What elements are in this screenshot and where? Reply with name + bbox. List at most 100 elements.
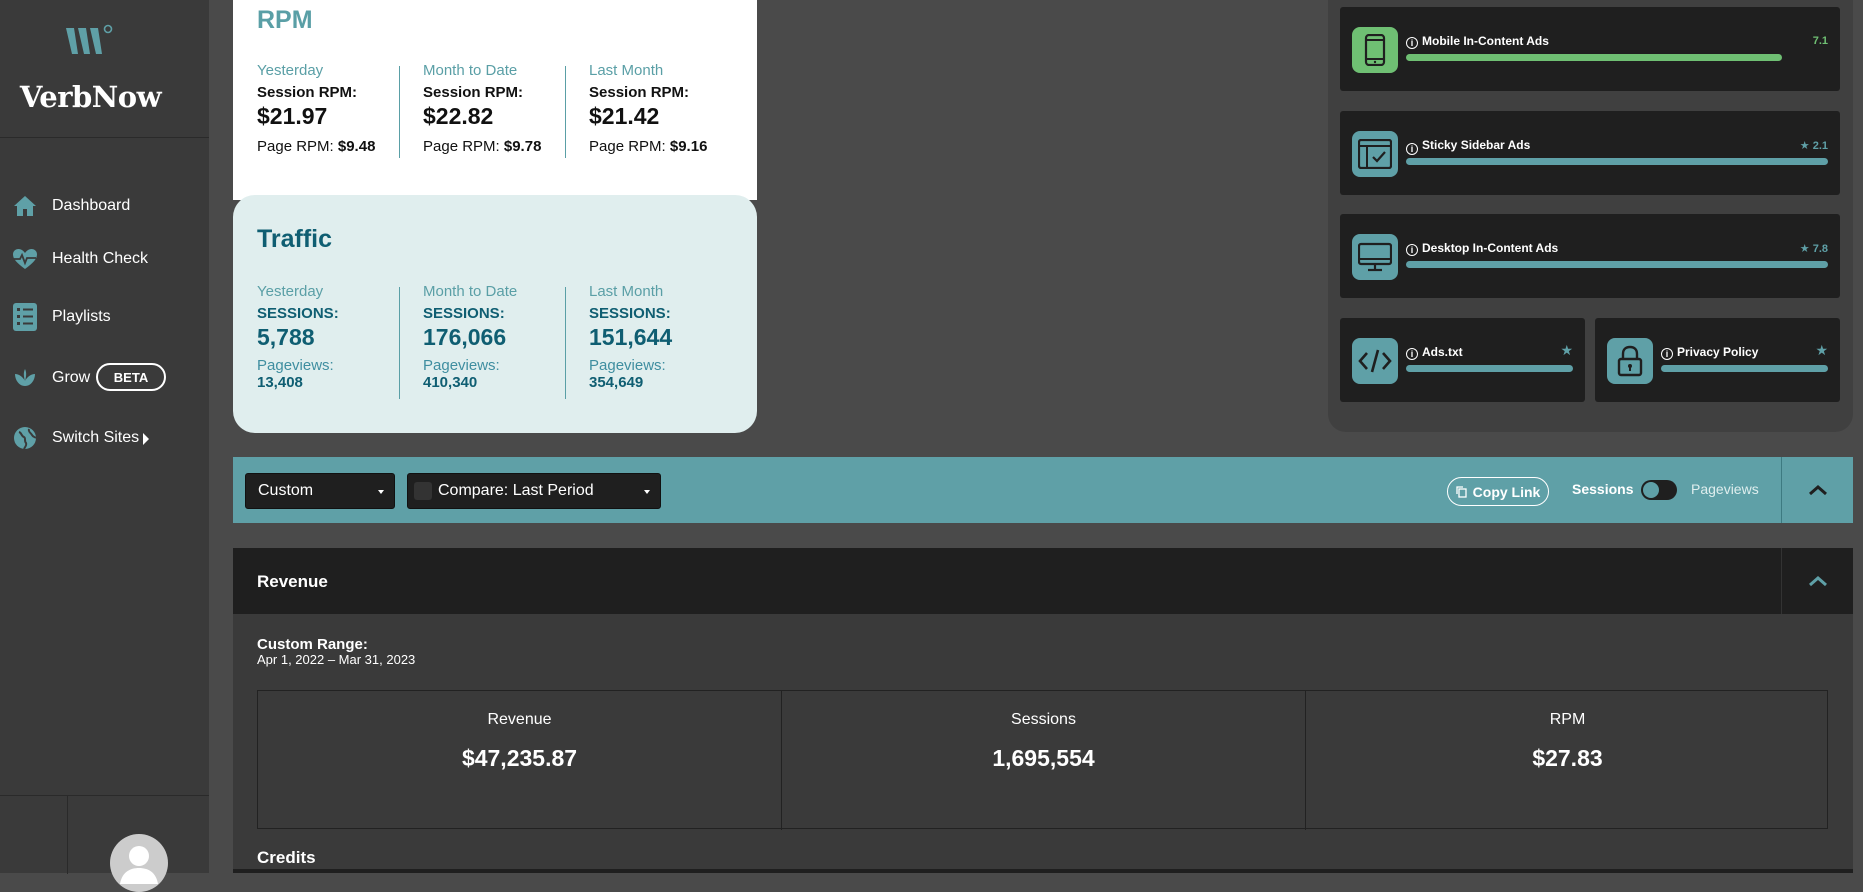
session-rpm-label: Session RPM: bbox=[257, 84, 358, 101]
sidebar-item-health-check[interactable]: Health Check bbox=[0, 239, 209, 279]
collapse-revenue-button[interactable] bbox=[1781, 548, 1853, 614]
toggle-label-sessions: Sessions bbox=[1572, 481, 1634, 497]
stat-label: Sessions bbox=[1011, 711, 1076, 728]
period-label: Last Month bbox=[589, 283, 664, 300]
code-icon bbox=[1352, 338, 1398, 384]
page-rpm-value: $9.48 bbox=[337, 138, 376, 155]
ad-item-progress bbox=[1406, 158, 1828, 165]
sidebar-item-switch-sites[interactable]: Switch Sites bbox=[0, 418, 209, 458]
caret-down-icon bbox=[378, 490, 384, 494]
caret-down-icon bbox=[644, 490, 650, 494]
sidebar-item-grow[interactable]: Grow BETA bbox=[0, 358, 209, 398]
ad-item-mobile-in-content[interactable]: i Mobile In-Content Ads 7.1 bbox=[1340, 7, 1840, 91]
traffic-column-last-month: Last Month SESSIONS: 151,644 Pageviews: … bbox=[589, 283, 749, 391]
stat-value: $47,235.87 bbox=[461, 745, 578, 771]
ad-item-name: Privacy Policy bbox=[1677, 345, 1759, 359]
rpm-title: RPM bbox=[257, 6, 313, 34]
caret-right-icon bbox=[143, 433, 149, 445]
custom-range-label: Custom Range: bbox=[257, 636, 368, 653]
period-label: Month to Date bbox=[423, 283, 518, 300]
ad-item-desktop-in-content[interactable]: i Desktop In-Content Ads ★ 7.8 bbox=[1340, 214, 1840, 298]
sidebar-item-playlists[interactable]: Playlists bbox=[0, 297, 209, 337]
sidebar-footer bbox=[0, 795, 209, 892]
rpm-column-yesterday: Yesterday Session RPM: $21.97 Page RPM: … bbox=[257, 62, 417, 155]
home-icon bbox=[12, 193, 38, 219]
verbnow-logo-icon bbox=[66, 24, 113, 54]
score-value: 7.8 bbox=[1812, 243, 1828, 255]
leaf-icon bbox=[12, 365, 38, 391]
ad-item-score: ★ 7.8 bbox=[1800, 242, 1828, 255]
compare-value: Compare: Last Period bbox=[438, 482, 594, 499]
period-label: Yesterday bbox=[257, 62, 324, 79]
session-rpm-label: Session RPM: bbox=[589, 84, 690, 101]
globe-icon bbox=[12, 425, 38, 451]
sidebar-item-dashboard[interactable]: Dashboard bbox=[0, 186, 209, 226]
session-rpm-label: Session RPM: bbox=[423, 84, 524, 101]
ad-health-panel: i Mobile In-Content Ads 7.1 i Sticky Sid… bbox=[1328, 0, 1853, 432]
info-icon[interactable]: i bbox=[1406, 244, 1418, 256]
sessions-value: 151,644 bbox=[589, 324, 673, 350]
period-label: Yesterday bbox=[257, 283, 324, 300]
mobile-icon bbox=[1352, 27, 1398, 73]
info-icon[interactable]: i bbox=[1406, 143, 1418, 155]
sessions-label: SESSIONS: bbox=[257, 305, 339, 322]
session-rpm-value: $21.97 bbox=[257, 103, 328, 129]
rpm-card: RPM Yesterday Session RPM: $21.97 Page R… bbox=[233, 0, 757, 200]
compare-checkbox[interactable] bbox=[414, 482, 432, 500]
info-icon[interactable]: i bbox=[1406, 37, 1418, 49]
ad-item-score: ★ 2.1 bbox=[1800, 139, 1828, 152]
score-value: 2.1 bbox=[1812, 140, 1828, 152]
credits-title: Credits bbox=[257, 848, 316, 867]
sidebar-item-label: Grow bbox=[52, 369, 91, 386]
sidebar-item-label: Health Check bbox=[52, 250, 149, 267]
page-rpm-value: $9.78 bbox=[503, 138, 542, 155]
copy-link-button[interactable]: Copy Link bbox=[1447, 477, 1549, 506]
session-rpm-value: $21.42 bbox=[589, 103, 660, 129]
star-icon: ★ bbox=[1799, 140, 1810, 152]
star-icon: ★ bbox=[1815, 342, 1828, 358]
page-rpm-label: Page RPM: bbox=[257, 138, 334, 155]
pageviews-label: Pageviews: bbox=[423, 357, 500, 374]
date-range-value: Custom bbox=[258, 482, 314, 499]
toggle-knob bbox=[1643, 482, 1659, 498]
pageviews-label: Pageviews: bbox=[589, 357, 666, 374]
ad-item-name: Desktop In-Content Ads bbox=[1422, 241, 1559, 255]
info-icon[interactable]: i bbox=[1661, 348, 1673, 360]
ad-item-ads-txt[interactable]: i Ads.txt ★ bbox=[1340, 318, 1585, 402]
collapse-toolbar-button[interactable] bbox=[1781, 457, 1853, 523]
info-icon[interactable]: i bbox=[1406, 348, 1418, 360]
ad-item-name: Sticky Sidebar Ads bbox=[1422, 138, 1531, 152]
date-range-select[interactable]: Custom bbox=[245, 473, 395, 509]
sessions-value: 176,066 bbox=[423, 324, 507, 350]
compare-select[interactable]: Compare: Last Period bbox=[407, 473, 661, 509]
page-rpm: Page RPM: $9.16 bbox=[589, 138, 749, 155]
page-rpm-label: Page RPM: bbox=[589, 138, 666, 155]
sessions-label: SESSIONS: bbox=[423, 305, 505, 322]
browser-check-icon bbox=[1352, 131, 1398, 177]
divider bbox=[67, 796, 68, 874]
page-rpm: Page RPM: $9.48 bbox=[257, 138, 417, 155]
star-icon: ★ bbox=[1799, 243, 1810, 255]
pageviews-value: 354,649 bbox=[589, 374, 644, 391]
chevron-up-icon bbox=[1808, 576, 1827, 587]
copy-link-label: Copy Link bbox=[1472, 483, 1541, 500]
sessions-pageviews-toggle[interactable] bbox=[1641, 480, 1677, 500]
stat-label: RPM bbox=[1549, 711, 1586, 728]
rpm-column-month-to-date: Month to Date Session RPM: $22.82 Page R… bbox=[423, 62, 583, 155]
lock-icon bbox=[1607, 338, 1653, 384]
period-label: Month to Date bbox=[423, 62, 518, 79]
ad-item-sticky-sidebar[interactable]: i Sticky Sidebar Ads ★ 2.1 bbox=[1340, 111, 1840, 195]
pageviews-label: Pageviews: bbox=[257, 357, 334, 374]
sidebar-item-label: Dashboard bbox=[52, 197, 131, 214]
page-rpm: Page RPM: $9.78 bbox=[423, 138, 583, 155]
sessions-label: SESSIONS: bbox=[589, 305, 671, 322]
brand-name: VerbNow bbox=[19, 80, 162, 114]
ad-item-privacy-policy[interactable]: i Privacy Policy ★ bbox=[1595, 318, 1840, 402]
revenue-body: Custom Range: Apr 1, 2022 – Mar 31, 2023… bbox=[233, 614, 1853, 873]
star-icon: ★ bbox=[1560, 342, 1573, 358]
revenue-title: Revenue bbox=[257, 572, 328, 591]
pageviews-value: 410,340 bbox=[423, 374, 478, 391]
sessions-value: 5,788 bbox=[257, 324, 315, 350]
avatar[interactable] bbox=[110, 834, 168, 892]
stat-revenue: Revenue $47,235.87 bbox=[258, 691, 781, 830]
